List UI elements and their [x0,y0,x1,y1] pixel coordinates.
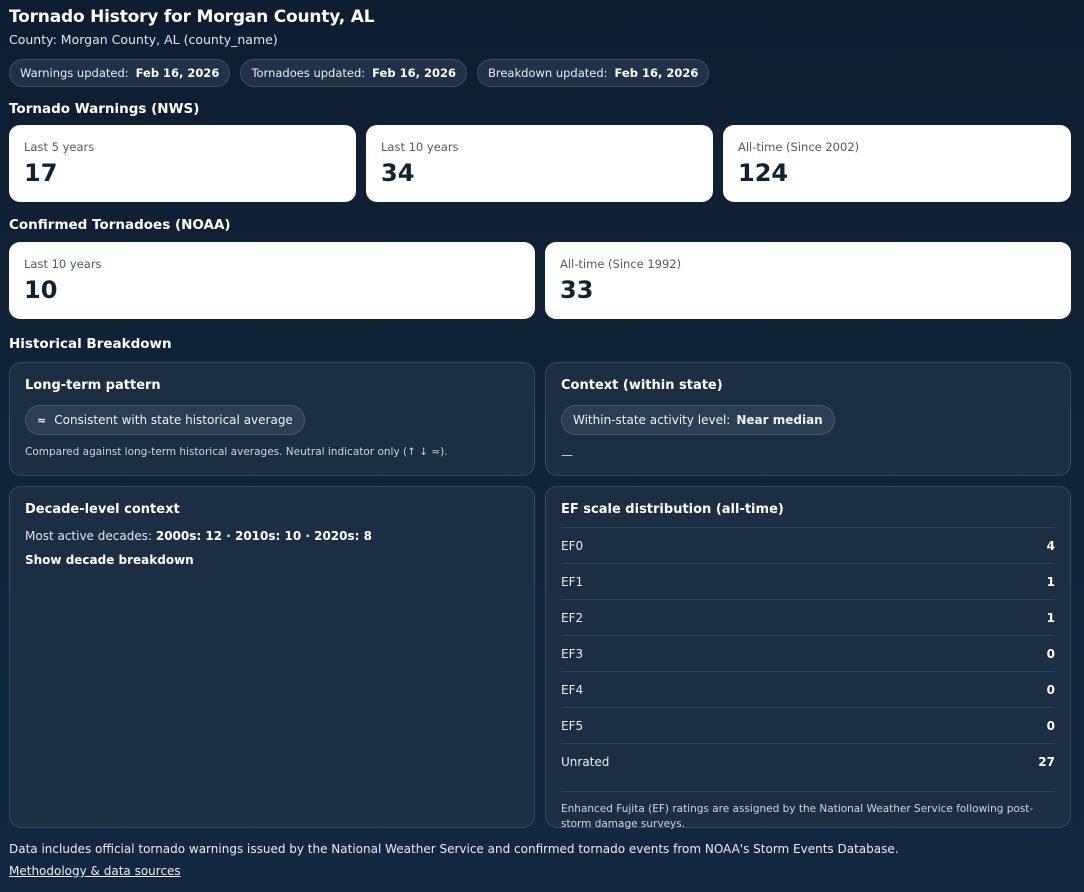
badge-label: Breakdown updated: [487,66,608,80]
ef-label: EF0 [561,538,584,553]
ef-row: EF3 0 [561,635,1055,671]
ef-value: 0 [1046,718,1055,733]
tornadoes-updated-badge: Tornadoes updated: Feb 16, 2026 [240,59,467,87]
ef-label: EF3 [561,646,584,661]
ef-value: 4 [1046,538,1055,553]
stat-value: 10 [24,276,58,304]
badge-value: Feb 16, 2026 [135,66,220,80]
ef-label: EF5 [561,718,584,733]
pill-label: Within-state activity level: [573,413,731,427]
decade-context-card: Decade-level context Most active decades… [9,486,535,828]
context-placeholder: — [561,448,573,462]
stat-value: 17 [24,159,58,187]
confirmed-last10-card: Last 10 years 10 [9,242,535,319]
warnings-last10-card: Last 10 years 34 [366,125,713,202]
stat-value: 33 [560,276,594,304]
most-active-decades: Most active decades: 2000s: 12 · 2010s: … [25,529,519,543]
ef-value: 1 [1046,610,1055,625]
ef-label: EF1 [561,574,584,589]
ef-note: Enhanced Fujita (EF) ratings are assigne… [561,791,1055,832]
long-term-pattern-card: Long-term pattern ≈ Consistent with stat… [9,362,535,476]
stat-label: All-time (Since 1992) [560,257,682,271]
pattern-pill: ≈ Consistent with state historical avera… [25,405,305,435]
ef-scale-card: EF scale distribution (all-time) EF0 4 EF… [545,486,1071,830]
page-title: Tornado History for Morgan County, AL [9,7,375,27]
ef-row: EF5 0 [561,707,1055,743]
confirmed-heading: Confirmed Tornadoes (NOAA) [9,217,231,233]
stat-label: Last 10 years [381,140,459,154]
context-within-state-card: Context (within state) Within-state acti… [545,362,1071,476]
warnings-last5-card: Last 5 years 17 [9,125,356,202]
card-title: Decade-level context [25,502,180,517]
ef-value: 0 [1046,682,1055,697]
badge-label: Tornadoes updated: [251,66,366,80]
confirmed-alltime-card: All-time (Since 1992) 33 [545,242,1071,319]
ef-row: EF0 4 [561,527,1055,563]
ef-value: 1 [1046,574,1055,589]
ef-value: 0 [1046,646,1055,661]
ef-row: EF2 1 [561,599,1055,635]
ef-label: EF2 [561,610,584,625]
show-decade-breakdown-button[interactable]: Show decade breakdown [25,553,194,567]
badge-label: Warnings updated: [20,66,129,80]
ef-label: EF4 [561,682,584,697]
ef-row: EF4 0 [561,671,1055,707]
ef-row: Unrated 27 [561,743,1055,779]
breakdown-heading: Historical Breakdown [9,336,172,352]
warnings-heading: Tornado Warnings (NWS) [9,101,200,117]
footer-text: Data includes official tornado warnings … [9,842,899,856]
county-subtitle: County: Morgan County, AL (county_name) [9,32,278,47]
update-badges: Warnings updated: Feb 16, 2026 Tornadoes… [9,59,710,87]
stat-label: Last 5 years [24,140,95,154]
stat-label: Last 10 years [24,257,102,271]
ef-table: EF0 4 EF1 1 EF2 1 EF3 0 EF4 0 EF5 0 Unrated 27 [561,527,1055,779]
badge-value: Feb 16, 2026 [614,66,699,80]
pill-value: Near median [736,413,823,427]
methodology-link[interactable]: Methodology & data sources [9,864,181,878]
ef-value: 27 [1038,754,1055,769]
pill-text: Consistent with state historical average [54,413,293,427]
decades-prefix: Most active decades: [25,529,153,543]
stat-value: 124 [738,159,789,187]
stat-value: 34 [381,159,415,187]
approx-icon: ≈ [37,413,47,427]
decades-values: 2000s: 12 · 2010s: 10 · 2020s: 8 [155,529,372,543]
stat-label: All-time (Since 2002) [738,140,860,154]
ef-row: EF1 1 [561,563,1055,599]
ef-label: Unrated [561,754,610,769]
breakdown-updated-badge: Breakdown updated: Feb 16, 2026 [476,59,710,87]
card-title: Context (within state) [561,378,723,393]
card-title: Long-term pattern [25,378,161,393]
activity-level-pill: Within-state activity level: Near median [561,405,835,435]
warnings-updated-badge: Warnings updated: Feb 16, 2026 [9,59,231,87]
badge-value: Feb 16, 2026 [372,66,456,80]
card-title: EF scale distribution (all-time) [561,502,784,517]
warnings-alltime-card: All-time (Since 2002) 124 [723,125,1071,202]
pattern-note: Compared against long-term historical av… [25,446,448,458]
ef-note-text: Enhanced Fujita (EF) ratings are assigne… [561,803,1034,830]
